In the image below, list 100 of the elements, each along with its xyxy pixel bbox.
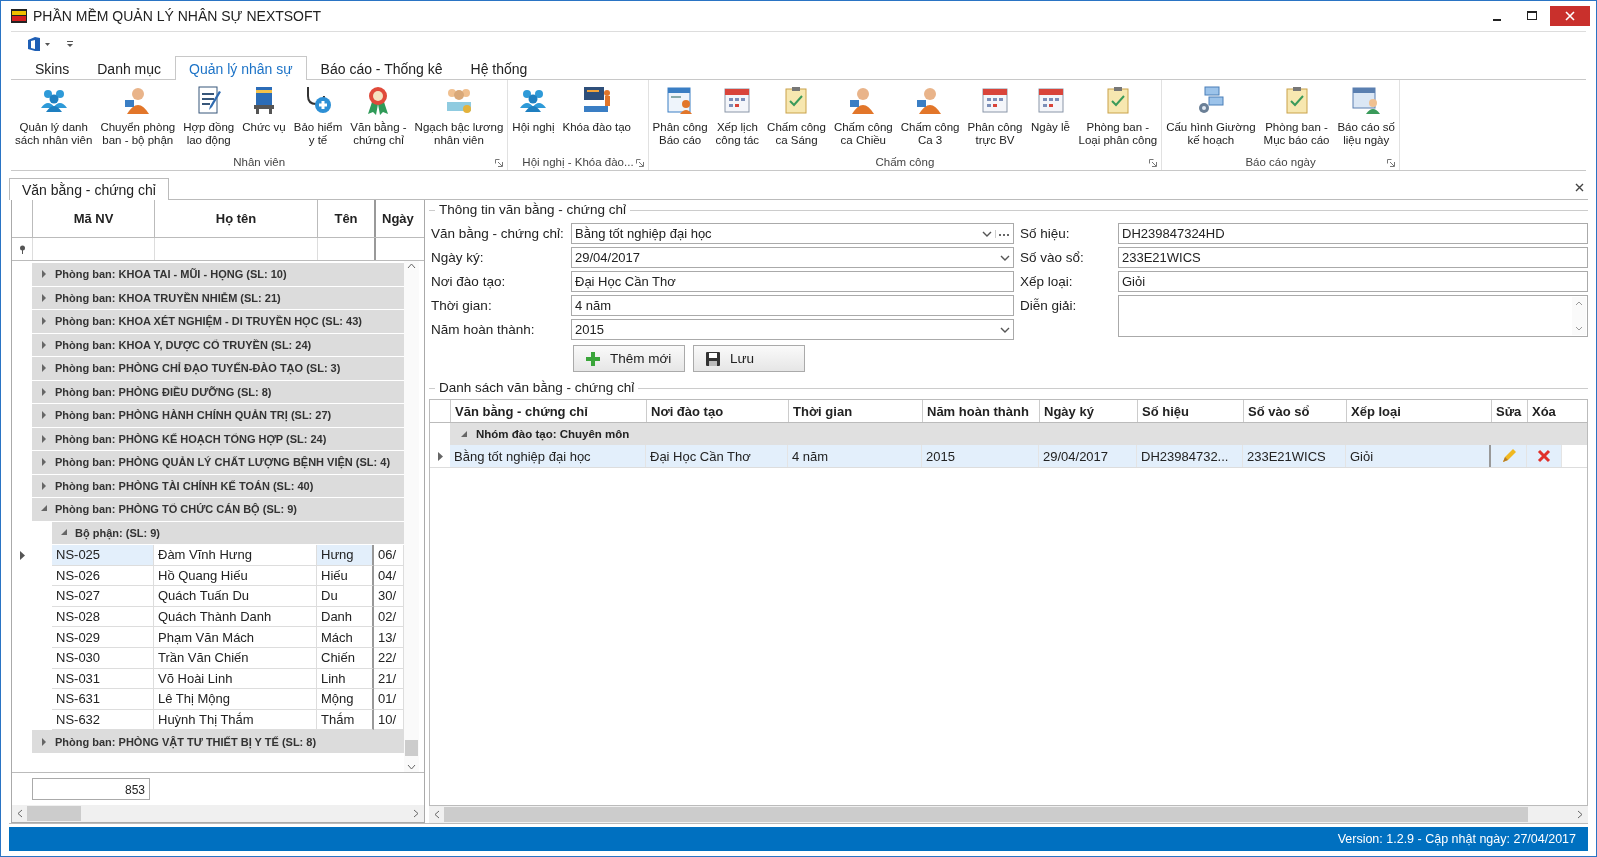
group-row[interactable]: Phòng ban: KHOA TAI - MŨI - HỌNG (SL: 10) — [32, 263, 404, 287]
input-field[interactable]: Đại Học Cần Thơ — [571, 271, 1014, 292]
scroll-left-icon[interactable] — [17, 809, 23, 818]
group-row[interactable]: Phòng ban: PHÒNG QUẢN LÝ CHẤT LƯỢNG BỆNH VIỆN (SL: 4) — [32, 451, 404, 475]
column-header[interactable]: Số hiệu — [1137, 400, 1243, 422]
ribbon-button[interactable]: Bảo hiểm y tế — [289, 82, 347, 154]
scroll-left-icon[interactable] — [434, 810, 440, 819]
group-row[interactable]: Nhóm đào tạo: Chuyên môn — [450, 423, 1587, 445]
ribbon-button[interactable]: Phòng ban - Loại phân công — [1074, 82, 1162, 154]
table-cell[interactable]: NS-030 — [52, 647, 154, 669]
office-menu-button[interactable] — [27, 35, 52, 53]
input-field[interactable] — [1118, 295, 1588, 337]
column-header[interactable]: Tên — [317, 200, 374, 237]
group-row[interactable]: Phòng ban: PHÒNG ĐIỀU DƯỠNG (SL: 8) — [32, 380, 404, 404]
column-header[interactable]: Nơi đào tạo — [646, 400, 788, 422]
group-row[interactable]: Phòng ban: KHOA XÉT NGHIỆM - DI TRUYỀN HỌC (SL: 43) — [32, 310, 404, 334]
scroll-up-icon[interactable] — [1575, 301, 1583, 306]
ribbon-tab[interactable]: Danh mục — [83, 57, 176, 79]
expand-arrow-icon[interactable] — [40, 339, 48, 350]
scrollbar[interactable] — [12, 805, 424, 822]
column-header[interactable]: Xóa — [1527, 400, 1562, 422]
column-header[interactable]: Sửa — [1491, 400, 1527, 422]
expand-arrow-icon[interactable] — [460, 430, 468, 438]
add-button[interactable]: Thêm mới — [573, 345, 685, 372]
input-field[interactable]: 2015 — [571, 319, 1014, 340]
table-cell[interactable]: NS-029 — [52, 627, 154, 648]
close-icon[interactable] — [1575, 183, 1584, 192]
ribbon-button[interactable]: Ngày lễ — [1026, 82, 1075, 154]
column-header[interactable]: Xếp loại — [1346, 400, 1491, 422]
ribbon-button[interactable]: Văn bằng - chứng chỉ — [346, 82, 411, 154]
input-field[interactable]: 29/04/2017 — [571, 247, 1014, 268]
expand-arrow-icon[interactable] — [40, 736, 48, 747]
ribbon-button[interactable]: Ngạch bậc lương nhân viên — [410, 82, 508, 154]
group-row[interactable]: Phòng ban: PHÒNG TỔ CHỨC CÁN BỘ (SL: 9) — [32, 498, 404, 522]
input-field[interactable]: 233E21WICS — [1118, 247, 1588, 268]
expand-arrow-icon[interactable] — [40, 410, 48, 421]
ribbon-button[interactable]: Quản lý danh sách nhân viên — [11, 82, 97, 154]
group-row[interactable]: Phòng ban: PHÒNG TÀI CHÍNH KẾ TOÁN (SL: 40) — [32, 474, 404, 498]
expand-arrow-icon[interactable] — [40, 269, 48, 280]
scroll-thumb[interactable] — [405, 740, 418, 756]
column-header[interactable]: Số vào sổ — [1243, 400, 1346, 422]
column-header[interactable]: Thời gian — [788, 400, 922, 422]
ribbon-tab[interactable]: Skins — [21, 57, 84, 79]
scroll-thumb[interactable] — [444, 807, 1528, 822]
group-row[interactable]: Bộ phận: (SL: 9) — [52, 521, 404, 545]
ribbon-button[interactable]: Chức vụ — [238, 82, 290, 154]
expand-arrow-icon[interactable] — [60, 527, 68, 538]
dialog-launcher-icon[interactable] — [1149, 159, 1158, 167]
column-header[interactable]: Năm hoàn thành — [922, 400, 1039, 422]
scroll-up-icon[interactable] — [407, 263, 416, 269]
ellipsis-icon[interactable] — [995, 229, 1010, 238]
ribbon-button[interactable]: Phân công trực BV — [963, 82, 1027, 154]
input-field[interactable]: Giỏi — [1118, 271, 1588, 292]
scroll-right-icon[interactable] — [1577, 810, 1583, 819]
input-field[interactable]: 4 năm — [571, 295, 1014, 316]
table-cell[interactable]: NS-631 — [52, 689, 154, 710]
ribbon-button[interactable]: Xếp lịch công tác — [711, 82, 764, 154]
expand-arrow-icon[interactable] — [40, 480, 48, 491]
ribbon-tab[interactable]: Quản lý nhân sự — [175, 56, 307, 80]
column-header[interactable]: Mã NV — [32, 200, 154, 237]
expand-arrow-icon[interactable] — [40, 316, 48, 327]
group-row[interactable]: Phòng ban: KHOA Y, DƯỢC CỔ TRUYỀN (SL: 24) — [32, 333, 404, 357]
ribbon-button[interactable]: Chấm công Ca 3 — [896, 82, 964, 154]
input-field[interactable]: DH239847324HD — [1118, 223, 1588, 244]
table-cell[interactable]: NS-027 — [52, 586, 154, 607]
table-cell[interactable]: Bằng tốt nghiệp đại học — [450, 445, 646, 467]
scroll-down-icon[interactable] — [407, 764, 416, 770]
ribbon-button[interactable]: Cấu hình Giường kế hoạch — [1162, 82, 1260, 154]
delete-icon[interactable] — [1537, 449, 1551, 463]
dialog-launcher-icon[interactable] — [495, 159, 504, 167]
group-row[interactable]: Phòng ban: PHÒNG VẬT TƯ THIẾT BỊ Y TẾ (SL: 8) — [32, 730, 404, 754]
document-tab[interactable]: Văn bằng - chứng chỉ — [9, 178, 169, 200]
ribbon-tab[interactable]: Báo cáo - Thống kê — [306, 57, 457, 79]
ribbon-button[interactable]: Chấm công ca Sáng — [763, 82, 830, 154]
table-cell[interactable]: NS-025 — [52, 545, 154, 566]
expand-arrow-icon[interactable] — [40, 292, 48, 303]
column-header[interactable]: Họ tên — [154, 200, 317, 237]
dialog-launcher-icon[interactable] — [635, 159, 644, 167]
scroll-thumb[interactable] — [27, 806, 81, 821]
group-row[interactable]: Phòng ban: PHÒNG CHỈ ĐẠO TUYẾN-ĐÀO TẠO (SL: 3) — [32, 357, 404, 381]
scroll-down-icon[interactable] — [1575, 326, 1583, 331]
group-row[interactable]: Phòng ban: PHÒNG KẾ HOẠCH TỔNG HỢP (SL: 24) — [32, 427, 404, 451]
ribbon-button[interactable]: Chấm công ca Chiều — [829, 82, 897, 154]
scrollbar[interactable] — [429, 806, 1588, 823]
input-field[interactable]: Bằng tốt nghiệp đại học — [571, 223, 1014, 244]
ribbon-button[interactable]: Hội nghị — [508, 82, 559, 154]
group-row[interactable]: Phòng ban: PHÒNG HÀNH CHÍNH QUẢN TRỊ (SL: 27) — [32, 404, 404, 428]
ribbon-button[interactable]: Phòng ban - Mục báo cáo — [1259, 82, 1334, 154]
column-header[interactable]: Văn bằng - chứng chỉ — [450, 400, 646, 422]
table-cell[interactable]: NS-028 — [52, 606, 154, 628]
ribbon-button[interactable]: Chuyển phòng ban - bộ phận — [96, 82, 180, 154]
scrollbar[interactable] — [404, 261, 419, 772]
ribbon-button[interactable]: Báo cáo số liệu ngày — [1333, 82, 1399, 154]
ribbon-button[interactable]: Hợp đồng lao động — [179, 82, 239, 154]
column-header[interactable]: Ngày ký — [1039, 400, 1137, 422]
scroll-right-icon[interactable] — [413, 809, 419, 818]
pencil-icon[interactable] — [1500, 448, 1517, 464]
table-cell[interactable]: NS-031 — [52, 668, 154, 690]
expand-arrow-icon[interactable] — [40, 363, 48, 374]
ribbon-tab[interactable]: Hệ thống — [456, 57, 542, 79]
